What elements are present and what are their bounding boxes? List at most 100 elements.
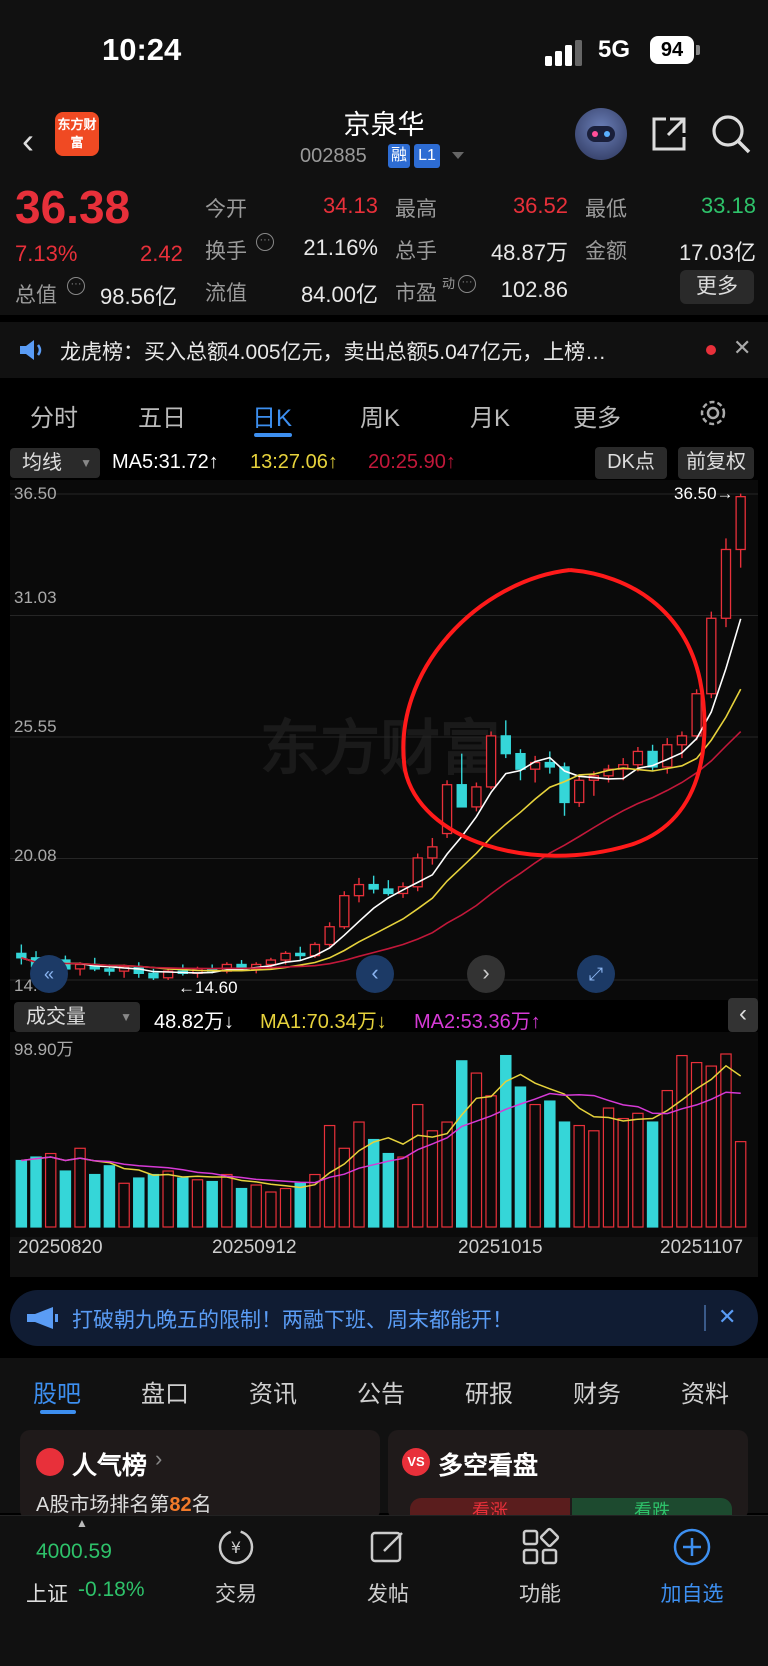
- info-icon[interactable]: ···: [256, 233, 274, 251]
- search-icon[interactable]: [710, 113, 752, 155]
- scroll-right-icon[interactable]: ›: [467, 955, 505, 993]
- volume-bar: [74, 1147, 86, 1228]
- y-label: 20.08: [14, 846, 57, 865]
- scroll-left-icon[interactable]: ‹: [356, 955, 394, 993]
- tab-announcement[interactable]: 公告: [357, 1374, 405, 1409]
- tab-research[interactable]: 研报: [465, 1374, 513, 1409]
- battery-cap: [696, 45, 700, 55]
- candle: [427, 837, 438, 865]
- trade-icon[interactable]: ¥: [214, 1525, 258, 1569]
- volume-bar: [411, 1103, 424, 1228]
- fullscreen-icon[interactable]: ⤢: [577, 955, 615, 993]
- candle: [647, 744, 658, 772]
- index-name[interactable]: 上证: [26, 1578, 68, 1608]
- nav-add-watchlist[interactable]: 加自选: [642, 1578, 742, 1608]
- megaphone-icon: [27, 1307, 58, 1329]
- chevron-down-icon[interactable]: [452, 152, 464, 160]
- index-change[interactable]: -0.18%: [78, 1578, 145, 1602]
- volume-bar: [89, 1173, 101, 1228]
- candle: [456, 753, 467, 808]
- svg-text:¥: ¥: [231, 1538, 241, 1557]
- dk-point-button[interactable]: DK点: [595, 447, 667, 479]
- battery-level: 94: [650, 36, 694, 64]
- nav-function[interactable]: 功能: [490, 1578, 590, 1608]
- volume-bar: [44, 1152, 57, 1228]
- tab-monthly-k[interactable]: 月K: [470, 398, 510, 433]
- news-text[interactable]: 龙虎榜：买入总额4.005亿元，卖出总额5.047亿元，上榜…: [60, 336, 688, 366]
- volume-bar: [206, 1180, 218, 1228]
- candle: [485, 731, 497, 790]
- add-watchlist-icon[interactable]: [670, 1525, 714, 1569]
- info-icon[interactable]: ···: [458, 275, 476, 293]
- volume-svg: [15, 1053, 747, 1228]
- ma5-line: [21, 618, 742, 974]
- tab-pankou[interactable]: 盘口: [141, 1374, 189, 1409]
- volume-bar: [558, 1121, 571, 1228]
- volume-label: 总手: [395, 240, 437, 263]
- scroll-start-icon[interactable]: «: [30, 955, 68, 993]
- stock-code: 002885: [300, 145, 367, 167]
- date-label: 20251107: [660, 1237, 744, 1258]
- settings-gear-icon[interactable]: [697, 397, 729, 429]
- candle: [324, 922, 335, 947]
- change-percent: 7.13%: [15, 241, 78, 266]
- more-button[interactable]: 更多: [680, 270, 754, 304]
- nav-post[interactable]: 发帖: [338, 1578, 438, 1608]
- amount-value: 17.03亿: [678, 240, 756, 265]
- candle: [368, 875, 379, 894]
- info-icon[interactable]: ···: [67, 277, 85, 295]
- function-icon[interactable]: [518, 1525, 562, 1569]
- change-amount: 2.42: [140, 241, 183, 266]
- volume-bar: [456, 1060, 468, 1228]
- indicator-select[interactable]: 均线 ▼: [10, 448, 100, 478]
- promo-text[interactable]: 打破朝九晚五的限制！两融下班、周末都能开！: [72, 1304, 513, 1334]
- status-time: 10:24: [102, 32, 182, 67]
- close-icon[interactable]: ✕: [718, 1304, 736, 1330]
- signal-icon: [545, 40, 582, 66]
- volume-bar: [544, 1100, 556, 1228]
- volume-bar: [265, 1191, 277, 1228]
- active-tab-underline: [254, 433, 292, 437]
- volume-bar: [59, 1170, 72, 1228]
- tab-five-day[interactable]: 五日: [138, 398, 186, 433]
- current-price: 36.38: [15, 181, 131, 233]
- volume-bar: [294, 1182, 306, 1228]
- adjust-button[interactable]: 前复权: [678, 447, 754, 479]
- share-icon[interactable]: [650, 115, 688, 153]
- amount-label: 金额: [585, 240, 627, 263]
- post-icon[interactable]: [366, 1525, 410, 1569]
- volume-bar: [382, 1152, 395, 1228]
- ma10-line: [21, 688, 742, 972]
- close-icon[interactable]: ✕: [733, 335, 751, 361]
- chevron-down-icon: ▼: [80, 456, 92, 470]
- candle: [339, 891, 350, 929]
- max-price-label: 36.50→: [674, 484, 734, 503]
- caret-up-icon: ▲: [76, 1516, 88, 1530]
- tab-daily-k[interactable]: 日K: [252, 398, 292, 433]
- ma20-value: 20:25.90↑: [368, 451, 456, 473]
- indicator-label: 均线: [22, 452, 62, 474]
- tab-profile[interactable]: 资料: [681, 1374, 729, 1409]
- nav-trade[interactable]: 交易: [186, 1578, 286, 1608]
- tab-guba[interactable]: 股吧: [33, 1374, 81, 1409]
- ma5-value: MA5:31.72↑: [112, 451, 219, 473]
- float-mv-value: 84.00亿: [300, 282, 378, 307]
- collapse-icon[interactable]: ‹: [728, 998, 758, 1032]
- volume-bar: [177, 1177, 189, 1228]
- volume-bar: [720, 1053, 732, 1228]
- candle: [295, 946, 306, 961]
- active-tab-underline: [40, 1410, 76, 1414]
- tab-more[interactable]: 更多: [573, 398, 621, 433]
- ai-assistant-icon[interactable]: [575, 108, 627, 160]
- candle: [720, 538, 732, 628]
- index-value[interactable]: 4000.59: [36, 1540, 112, 1564]
- candle: [471, 782, 482, 812]
- tab-finance[interactable]: 财务: [573, 1374, 621, 1409]
- low-value: 33.18: [700, 193, 756, 218]
- tab-news[interactable]: 资讯: [249, 1374, 297, 1409]
- volume-indicator-select[interactable]: 成交量 ▼: [14, 1002, 140, 1032]
- volume-bar: [529, 1103, 541, 1228]
- tab-minute[interactable]: 分时: [30, 398, 78, 433]
- volume-bar: [617, 1117, 629, 1228]
- tab-weekly-k[interactable]: 周K: [360, 398, 400, 433]
